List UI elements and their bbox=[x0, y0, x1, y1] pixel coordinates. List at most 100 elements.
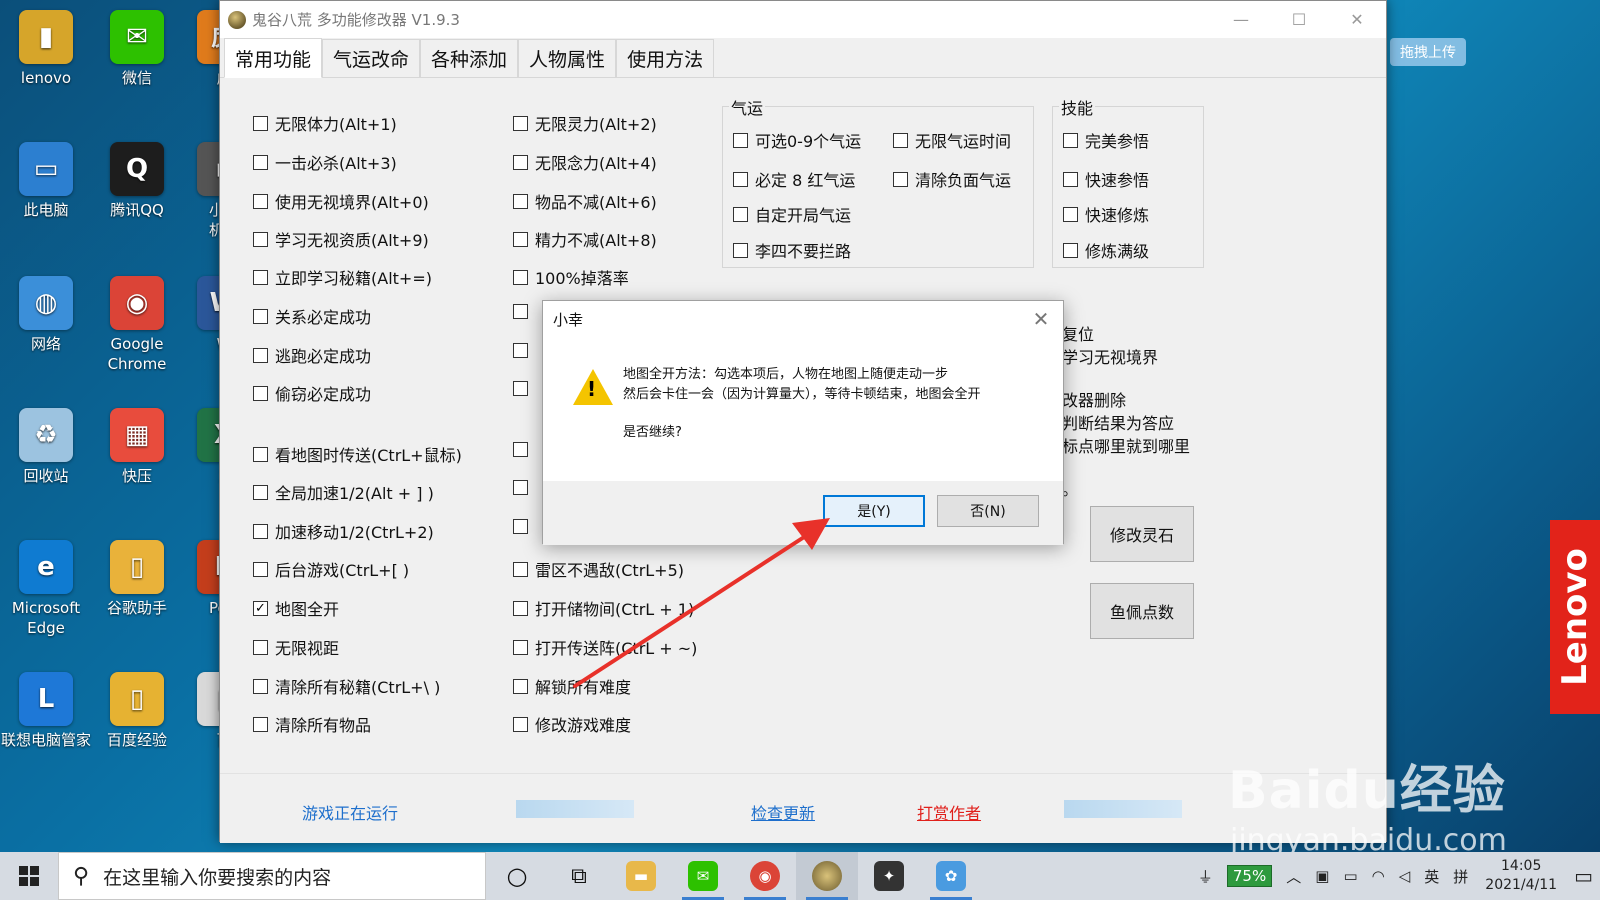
cortana-icon[interactable]: ○ bbox=[486, 852, 548, 900]
qiyun-checkbox[interactable]: 必定 8 红气运 bbox=[733, 167, 855, 191]
qiyun-checkbox[interactable]: 可选0-9个气运 bbox=[733, 128, 861, 152]
checkbox-icon[interactable] bbox=[1063, 171, 1078, 187]
checkbox-icon[interactable] bbox=[1063, 242, 1078, 258]
option-checkbox[interactable]: 无限视距 bbox=[253, 635, 339, 659]
modify-spirit-stone-button[interactable]: 修改灵石 bbox=[1090, 506, 1194, 562]
skill-checkbox[interactable]: 快速参悟 bbox=[1063, 167, 1149, 191]
option-checkbox[interactable]: 精力不减(Alt+8) bbox=[513, 227, 657, 251]
checkbox-icon[interactable] bbox=[733, 132, 748, 148]
desktop-icon[interactable]: ✉ 微信 bbox=[91, 10, 183, 88]
checkbox-icon[interactable] bbox=[513, 304, 528, 319]
qiyun-checkbox[interactable]: 清除负面气运 bbox=[893, 167, 1011, 191]
checkbox-icon[interactable] bbox=[513, 343, 528, 358]
task-view-icon[interactable]: ⧉ bbox=[548, 852, 610, 900]
battery-icon[interactable]: ▭ bbox=[1343, 867, 1357, 885]
desktop-icon[interactable]: Q 腾讯QQ bbox=[91, 142, 183, 220]
check-update-link[interactable]: 检查更新 bbox=[751, 800, 815, 824]
skill-checkbox[interactable]: 完美参悟 bbox=[1063, 128, 1149, 152]
option-checkbox[interactable]: 后台游戏(CtrL+[ ) bbox=[253, 557, 409, 581]
wechat-taskbar-icon[interactable]: ✉ bbox=[672, 852, 734, 900]
game-taskbar-icon[interactable]: ✦ bbox=[858, 852, 920, 900]
checkbox-icon[interactable] bbox=[253, 385, 268, 401]
desktop-icon[interactable]: ▯ 百度经验 bbox=[91, 672, 183, 750]
checkbox-icon[interactable] bbox=[513, 381, 528, 396]
taskbar-search-box[interactable]: ⚲ 在这里输入你要搜索的内容 bbox=[58, 852, 486, 900]
checkbox-icon[interactable] bbox=[513, 716, 528, 732]
checkbox-icon[interactable] bbox=[253, 446, 268, 462]
checkbox-icon[interactable] bbox=[893, 171, 908, 187]
checkbox-icon[interactable] bbox=[253, 523, 268, 539]
checkbox-icon[interactable] bbox=[253, 639, 268, 655]
checkbox-icon[interactable] bbox=[253, 115, 268, 131]
option-checkbox[interactable]: 无限念力(Alt+4) bbox=[513, 150, 657, 174]
yes-button[interactable]: 是(Y) bbox=[823, 495, 925, 527]
qiyun-checkbox[interactable]: 无限气运时间 bbox=[893, 128, 1011, 152]
option-checkbox[interactable] bbox=[513, 442, 535, 457]
option-checkbox[interactable]: 无限灵力(Alt+2) bbox=[513, 111, 657, 135]
checkbox-icon[interactable] bbox=[253, 231, 268, 247]
qiyun-checkbox[interactable]: 自定开局气运 bbox=[733, 202, 851, 226]
checkbox-icon[interactable] bbox=[253, 308, 268, 324]
checkbox-icon[interactable] bbox=[253, 154, 268, 170]
checkbox-icon[interactable] bbox=[253, 269, 268, 285]
volume-icon[interactable]: ◁ bbox=[1399, 867, 1411, 885]
checkbox-icon[interactable] bbox=[253, 561, 268, 577]
start-button[interactable] bbox=[0, 852, 58, 900]
option-checkbox[interactable]: 使用无视境界(Alt+0) bbox=[253, 189, 429, 213]
option-checkbox[interactable]: 解锁所有难度 bbox=[513, 674, 631, 698]
option-checkbox[interactable]: 偷窃必定成功 bbox=[253, 381, 371, 405]
option-checkbox[interactable]: 关系必定成功 bbox=[253, 304, 371, 328]
modifier-taskbar-icon[interactable] bbox=[796, 852, 858, 900]
checkbox-icon[interactable] bbox=[513, 231, 528, 247]
maximize-button[interactable]: ☐ bbox=[1270, 1, 1328, 38]
checkbox-icon[interactable] bbox=[513, 193, 528, 209]
option-checkbox[interactable]: 清除所有物品 bbox=[253, 712, 371, 736]
option-checkbox[interactable]: 物品不减(Alt+6) bbox=[513, 189, 657, 213]
checkbox-icon[interactable] bbox=[513, 154, 528, 170]
wifi-icon[interactable]: ◠ bbox=[1372, 867, 1385, 885]
power-plug-icon[interactable]: ⏚ bbox=[1198, 866, 1213, 887]
donate-author-link[interactable]: 打赏作者 bbox=[917, 800, 981, 824]
checkbox-icon[interactable] bbox=[733, 171, 748, 187]
checkbox-icon[interactable] bbox=[893, 132, 908, 148]
fish-pendant-points-button[interactable]: 鱼佩点数 bbox=[1090, 583, 1194, 639]
checkbox-icon[interactable] bbox=[513, 269, 528, 285]
option-checkbox[interactable] bbox=[513, 480, 535, 495]
desktop-icon[interactable]: ▦ 快压 bbox=[91, 408, 183, 486]
checkbox-icon[interactable] bbox=[513, 561, 528, 577]
checkbox-icon[interactable] bbox=[1063, 132, 1078, 148]
option-checkbox[interactable]: 打开储物间(CtrL + 1) bbox=[513, 596, 694, 620]
qiyun-checkbox[interactable]: 李四不要拦路 bbox=[733, 238, 851, 262]
tab-4[interactable]: 使用方法 bbox=[616, 39, 715, 77]
desktop-icon[interactable]: ◉ Google Chrome bbox=[91, 276, 183, 374]
dialog-close-icon[interactable]: ✕ bbox=[1019, 307, 1063, 331]
clock[interactable]: 14:05 2021/4/11 bbox=[1485, 857, 1557, 895]
option-checkbox[interactable]: 逃跑必定成功 bbox=[253, 343, 371, 367]
option-checkbox[interactable]: ✓ 地图全开 bbox=[253, 596, 339, 620]
checkbox-icon[interactable] bbox=[253, 678, 268, 694]
drag-upload-button[interactable]: 拖拽上传 bbox=[1390, 38, 1466, 66]
option-checkbox[interactable]: 打开传送阵(CtrL + ~) bbox=[513, 635, 697, 659]
desktop-icon[interactable]: L 联想电脑管家 bbox=[0, 672, 92, 750]
battery-indicator[interactable]: 75% bbox=[1226, 865, 1273, 887]
no-button[interactable]: 否(N) bbox=[937, 495, 1039, 527]
checkbox-icon[interactable] bbox=[513, 480, 528, 495]
checkbox-icon[interactable] bbox=[733, 242, 748, 258]
option-checkbox[interactable]: 一击必杀(Alt+3) bbox=[253, 150, 397, 174]
desktop-icon[interactable]: e Microsoft Edge bbox=[0, 540, 92, 638]
option-checkbox[interactable]: 全局加速1/2(Alt + ] ) bbox=[253, 480, 434, 504]
option-checkbox[interactable] bbox=[513, 519, 535, 534]
close-button[interactable]: ✕ bbox=[1328, 1, 1386, 38]
skill-checkbox[interactable]: 快速修炼 bbox=[1063, 202, 1149, 226]
option-checkbox[interactable]: 立即学习秘籍(Alt+=) bbox=[253, 265, 432, 289]
tab-3[interactable]: 人物属性 bbox=[518, 39, 617, 77]
option-checkbox[interactable]: 清除所有秘籍(CtrL+\ ) bbox=[253, 674, 440, 698]
checkbox-icon[interactable] bbox=[733, 206, 748, 222]
tray-chevron-up-icon[interactable]: ︿ bbox=[1286, 866, 1301, 887]
option-checkbox[interactable]: 加速移动1/2(CtrL+2) bbox=[253, 519, 434, 543]
notification-icon[interactable]: ▭ bbox=[1574, 864, 1593, 888]
file-explorer-icon[interactable]: ▬ bbox=[610, 852, 672, 900]
option-checkbox[interactable]: 学习无视资质(Alt+9) bbox=[253, 227, 429, 251]
option-checkbox[interactable] bbox=[513, 343, 535, 358]
tray-app-icon[interactable]: ▣ bbox=[1315, 867, 1329, 885]
